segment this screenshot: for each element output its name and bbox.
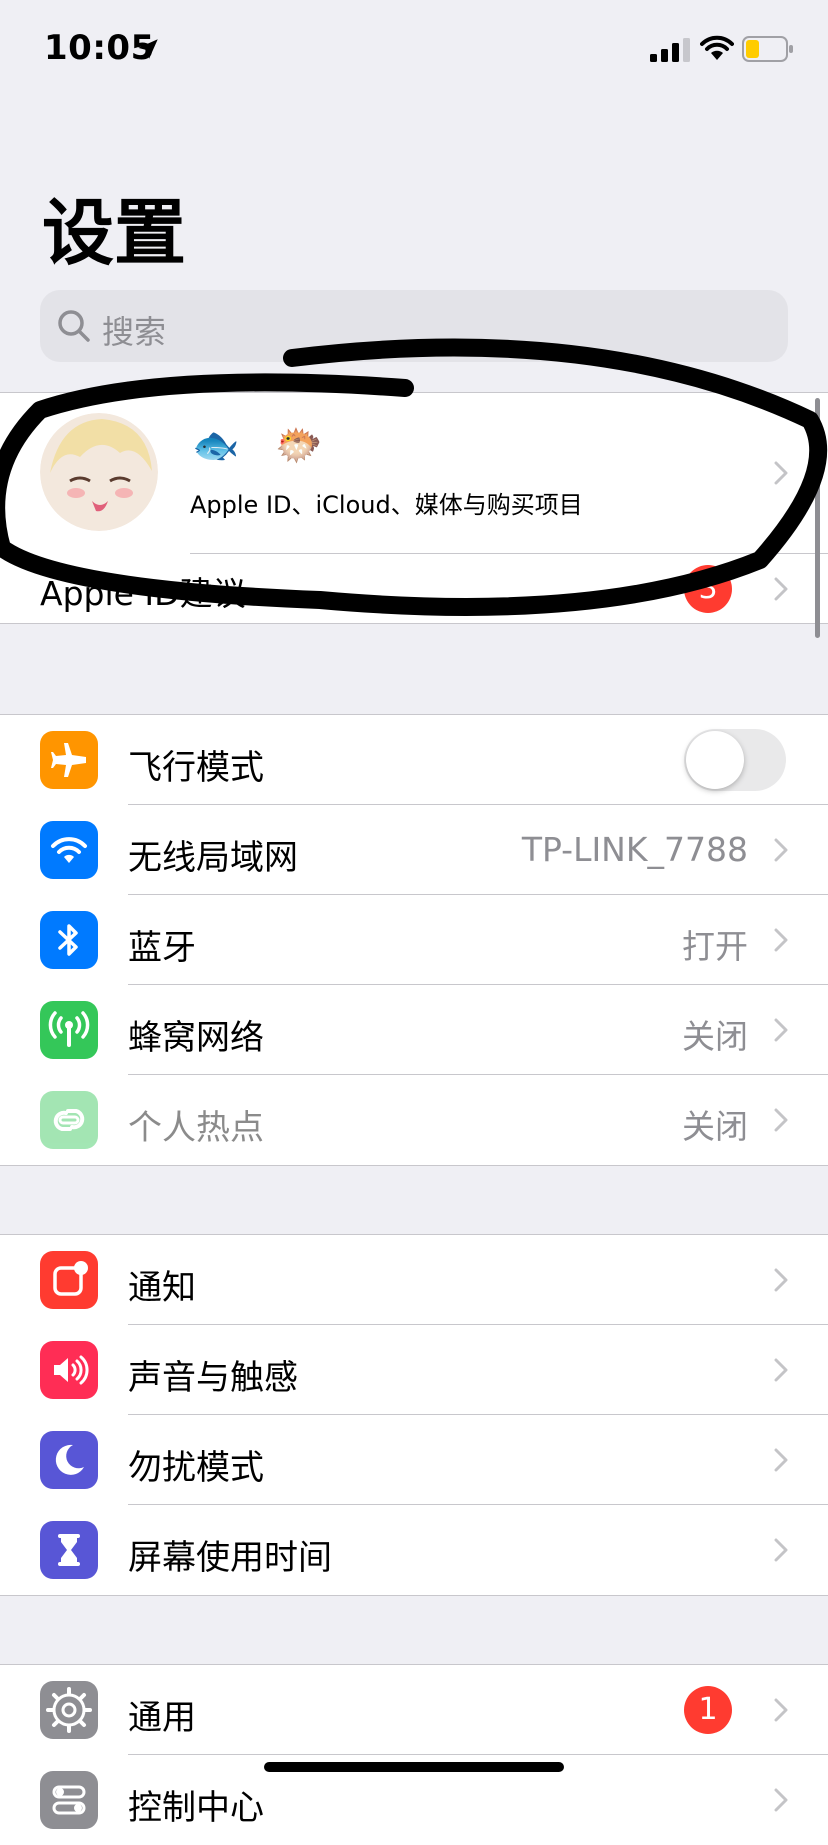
row-label: 蜂窝网络 bbox=[128, 1018, 264, 1058]
profile-emoji: 🐟 🐡 bbox=[192, 423, 335, 467]
chevron-right-icon bbox=[774, 1448, 788, 1472]
suggestions-label: Apple ID建议 bbox=[40, 574, 246, 613]
apple-id-group: 🐟 🐡 Apple ID、iCloud、媒体与购买项目 Apple ID建议 3 bbox=[0, 392, 828, 624]
chevron-right-icon bbox=[774, 1698, 788, 1722]
row-label: 通知 bbox=[128, 1268, 196, 1308]
row-label: 通用 bbox=[128, 1698, 196, 1738]
chevron-right-icon bbox=[774, 461, 788, 485]
home-indicator[interactable] bbox=[264, 1762, 564, 1772]
search-placeholder: 搜索 bbox=[102, 313, 167, 351]
row-do-not-disturb[interactable]: 勿扰模式 bbox=[0, 1415, 828, 1505]
cellular-signal-icon bbox=[650, 38, 690, 62]
chevron-right-icon bbox=[774, 1358, 788, 1382]
search-input[interactable]: 搜索 bbox=[40, 290, 788, 362]
row-cellular[interactable]: 蜂窝网络 关闭 bbox=[0, 985, 828, 1075]
chevron-right-icon bbox=[774, 577, 788, 601]
hotspot-icon bbox=[40, 1091, 98, 1149]
airplane-icon bbox=[40, 731, 98, 789]
chevron-right-icon bbox=[774, 1268, 788, 1292]
general-update-badge: 1 bbox=[684, 1686, 732, 1734]
search-icon bbox=[58, 310, 90, 342]
chevron-right-icon bbox=[774, 1018, 788, 1042]
airplane-mode-toggle[interactable] bbox=[684, 729, 786, 791]
row-value: 关闭 bbox=[682, 1107, 748, 1146]
toggle-knob bbox=[686, 731, 744, 789]
bluetooth-icon bbox=[40, 911, 98, 969]
control-center-icon bbox=[40, 1771, 98, 1829]
row-value: 关闭 bbox=[682, 1017, 748, 1056]
chevron-right-icon bbox=[774, 1108, 788, 1132]
row-label: 声音与触感 bbox=[128, 1358, 298, 1398]
row-label: 飞行模式 bbox=[128, 748, 264, 788]
location-arrow-icon bbox=[138, 39, 158, 59]
chevron-right-icon bbox=[774, 1538, 788, 1562]
status-bar: 10:05 bbox=[0, 0, 828, 100]
apple-id-row[interactable]: 🐟 🐡 Apple ID、iCloud、媒体与购买项目 bbox=[0, 393, 828, 553]
row-value: 打开 bbox=[682, 927, 748, 966]
system-group: 通用 1 控制中心 bbox=[0, 1664, 828, 1845]
scroll-indicator[interactable] bbox=[815, 398, 820, 638]
avatar bbox=[40, 413, 158, 531]
row-label: 控制中心 bbox=[128, 1788, 264, 1828]
row-value: TP-LINK_7788 bbox=[521, 830, 748, 869]
moon-icon bbox=[40, 1431, 98, 1489]
connectivity-group: 飞行模式 无线局域网 TP-LINK_7788 蓝牙 打开 蜂窝网络 关闭 个人… bbox=[0, 714, 828, 1166]
row-label: 蓝牙 bbox=[128, 928, 196, 968]
row-general[interactable]: 通用 1 bbox=[0, 1665, 828, 1755]
hourglass-icon bbox=[40, 1521, 98, 1579]
row-label: 勿扰模式 bbox=[128, 1448, 264, 1488]
chevron-right-icon bbox=[774, 838, 788, 862]
row-label: 屏幕使用时间 bbox=[128, 1538, 332, 1578]
battery-icon bbox=[742, 36, 793, 62]
cellular-icon bbox=[40, 1001, 98, 1059]
apple-id-suggestions-row[interactable]: Apple ID建议 3 bbox=[0, 553, 828, 623]
notifications-icon bbox=[40, 1251, 98, 1309]
chevron-right-icon bbox=[774, 928, 788, 952]
row-personal-hotspot[interactable]: 个人热点 关闭 bbox=[0, 1075, 828, 1165]
gear-icon bbox=[40, 1681, 98, 1739]
row-label: 无线局域网 bbox=[128, 838, 298, 878]
row-notifications[interactable]: 通知 bbox=[0, 1235, 828, 1325]
sounds-icon bbox=[40, 1341, 98, 1399]
suggestions-badge: 3 bbox=[684, 565, 732, 613]
row-airplane-mode: 飞行模式 bbox=[0, 715, 828, 805]
row-wifi[interactable]: 无线局域网 TP-LINK_7788 bbox=[0, 805, 828, 895]
apple-id-subtitle: Apple ID、iCloud、媒体与购买项目 bbox=[190, 491, 583, 519]
row-sounds-haptics[interactable]: 声音与触感 bbox=[0, 1325, 828, 1415]
alerts-group: 通知 声音与触感 勿扰模式 屏幕使用时间 bbox=[0, 1234, 828, 1596]
row-label: 个人热点 bbox=[128, 1108, 264, 1148]
row-screen-time[interactable]: 屏幕使用时间 bbox=[0, 1505, 828, 1595]
wifi-icon bbox=[40, 821, 98, 879]
wifi-status-icon bbox=[700, 35, 734, 60]
page-title: 设置 bbox=[42, 191, 187, 275]
row-bluetooth[interactable]: 蓝牙 打开 bbox=[0, 895, 828, 985]
